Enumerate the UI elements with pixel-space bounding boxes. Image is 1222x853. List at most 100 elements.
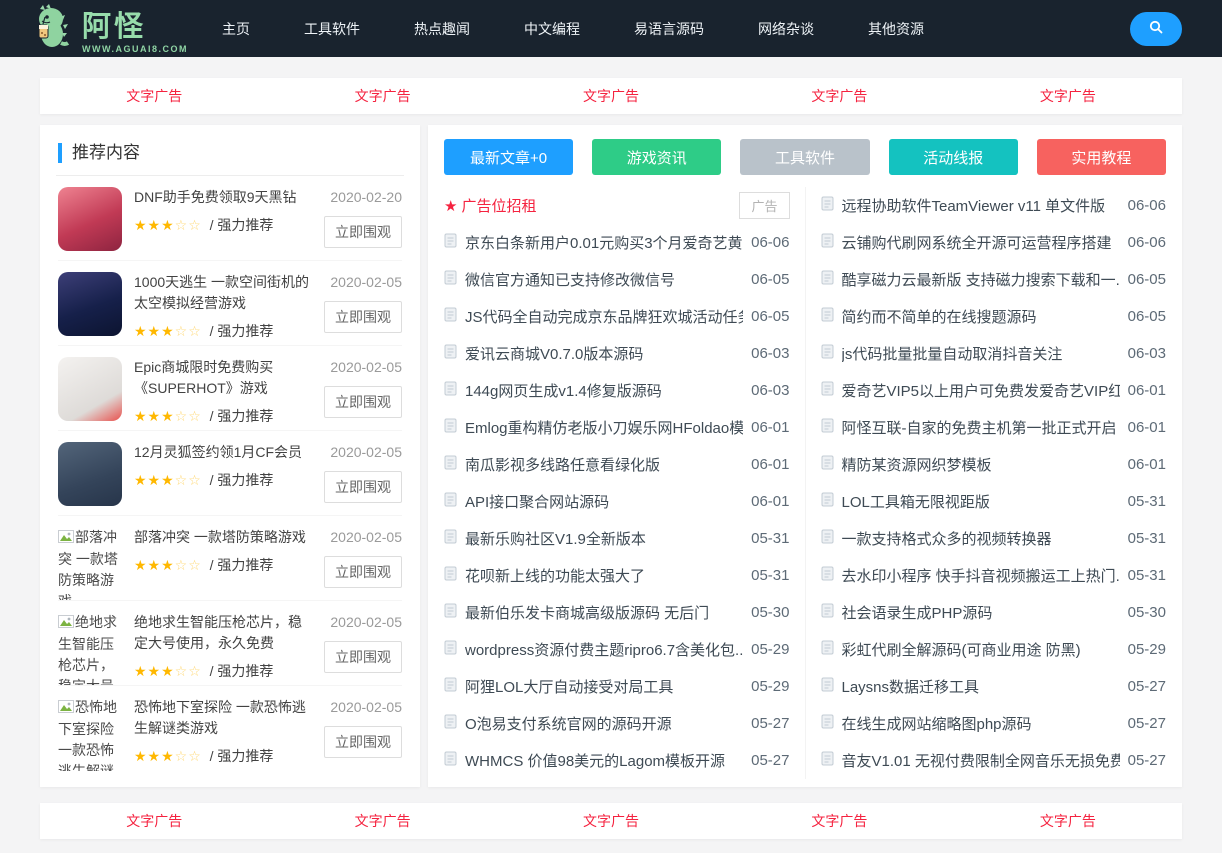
nav-item[interactable]: 中文编程 (524, 19, 580, 39)
category-button[interactable]: 活动线报 (889, 139, 1018, 175)
article-link[interactable]: API接口聚合网站源码 (465, 491, 743, 512)
article-date: 06-01 (751, 419, 789, 436)
article-title-link[interactable]: 部落冲突 一款塔防策略游戏 (134, 527, 314, 548)
article-thumbnail[interactable] (58, 357, 124, 430)
nav-item[interactable]: 易语言源码 (634, 19, 704, 39)
article-link[interactable]: 一款支持格式众多的视频转换器 (842, 528, 1120, 549)
article-date: 05-27 (1128, 715, 1166, 732)
article-meta: 2020-02-05 立即围观 (324, 527, 402, 600)
article-link[interactable]: 社会语录生成PHP源码 (842, 602, 1120, 623)
article-link[interactable]: 精防某资源网织梦模板 (842, 454, 1120, 475)
watch-now-button[interactable]: 立即围观 (324, 726, 402, 758)
recommended-panel: 推荐内容 DNF助手免费领取9天黑钻 ★★★☆☆ / 强力推荐 2020-02-… (40, 125, 420, 787)
article-link[interactable]: Emlog重构精仿老版小刀娱乐网HFoldao模... (465, 417, 743, 438)
article-link[interactable]: 京东白条新用户0.01元购买3个月爱奇艺黄... (465, 232, 743, 253)
article-row: 阿怪互联-自家的免费主机第一批正式开启 06-01 (821, 409, 1167, 446)
article-link[interactable]: 彩虹代刷全解源码(可商业用途 防黑) (842, 639, 1120, 660)
nav-item[interactable]: 热点趣闻 (414, 19, 470, 39)
article-link[interactable]: LOL工具箱无限视距版 (842, 491, 1120, 512)
rating-text: / 强力推荐 (210, 557, 274, 573)
article-link[interactable]: JS代码全自动完成京东品牌狂欢城活动任务 (465, 306, 743, 327)
watch-now-button[interactable]: 立即围观 (324, 471, 402, 503)
recommended-item: 恐怖地下室探险 一款恐怖逃生解谜 恐怖地下室探险 一款恐怖逃生解谜类游戏 ★★★… (58, 686, 402, 771)
article-thumbnail[interactable]: 部落冲突 一款塔防策略游戏 (58, 527, 124, 600)
watch-now-button[interactable]: 立即围观 (324, 301, 402, 333)
document-icon (821, 307, 834, 327)
article-title-link[interactable]: 绝地求生智能压枪芯片，稳定大号使用，永久免费 (134, 612, 314, 654)
article-link[interactable]: 爱奇艺VIP5以上用户可免费发爱奇艺VIP红包 (842, 380, 1120, 401)
article-row: 爱奇艺VIP5以上用户可免费发爱奇艺VIP红包 06-01 (821, 372, 1167, 409)
article-row: 最新伯乐发卡商城高级版源码 无后门 05-30 (444, 594, 790, 631)
category-button[interactable]: 工具软件 (740, 139, 869, 175)
text-ad-link[interactable]: 文字广告 (40, 86, 268, 106)
article-title-link[interactable]: 12月灵狐签约领1月CF会员 (134, 442, 314, 463)
watch-now-button[interactable]: 立即围观 (324, 641, 402, 673)
article-thumbnail[interactable] (58, 187, 124, 260)
watch-now-button[interactable]: 立即围观 (324, 556, 402, 588)
article-info: 1000天逃生 一款空间街机的太空模拟经营游戏 ★★★☆☆ / 强力推荐 (134, 272, 314, 345)
article-link[interactable]: 音友V1.01 无视付费限制全网音乐无损免费... (842, 750, 1120, 771)
document-icon (444, 381, 457, 401)
nav-item[interactable]: 其他资源 (868, 19, 924, 39)
article-thumbnail[interactable] (58, 272, 124, 345)
article-row: 花呗新上线的功能太强大了 05-31 (444, 557, 790, 594)
text-ad-link[interactable]: 文字广告 (954, 86, 1182, 106)
article-date: 06-03 (1128, 345, 1166, 362)
article-title-link[interactable]: 恐怖地下室探险 一款恐怖逃生解谜类游戏 (134, 697, 314, 739)
text-ad-link[interactable]: 文字广告 (954, 811, 1182, 831)
article-meta: 2020-02-05 立即围观 (324, 272, 402, 345)
text-ad-link[interactable]: 文字广告 (725, 811, 953, 831)
watch-now-button[interactable]: 立即围观 (324, 386, 402, 418)
article-link[interactable]: O泡易支付系统官网的源码开源 (465, 713, 743, 734)
site-url: WWW.AGUAI8.COM (82, 45, 188, 54)
broken-image-alt-text: 绝地求生智能压枪芯片，稳定大号使用 (58, 614, 117, 686)
search-button[interactable] (1130, 12, 1182, 46)
text-ad-link[interactable]: 文字广告 (40, 811, 268, 831)
article-row: 音友V1.01 无视付费限制全网音乐无损免费... 05-27 (821, 742, 1167, 779)
article-thumbnail[interactable]: 恐怖地下室探险 一款恐怖逃生解谜 (58, 697, 124, 771)
article-link[interactable]: 酷享磁力云最新版 支持磁力搜索下载和一... (842, 269, 1120, 290)
article-link[interactable]: 阿怪互联-自家的免费主机第一批正式开启 (842, 417, 1120, 438)
article-title-link[interactable]: Epic商城限时免费购买《SUPERHOT》游戏 (134, 357, 314, 399)
article-link[interactable]: 最新伯乐发卡商城高级版源码 无后门 (465, 602, 743, 623)
article-link[interactable]: 微信官方通知已支持修改微信号 (465, 269, 743, 290)
article-title-link[interactable]: DNF助手免费领取9天黑钻 (134, 187, 314, 208)
rating-text: / 强力推荐 (210, 472, 274, 488)
article-link[interactable]: 最新乐购社区V1.9全新版本 (465, 528, 743, 549)
category-button[interactable]: 实用教程 (1037, 139, 1166, 175)
category-button[interactable]: 游戏资讯 (592, 139, 721, 175)
article-link[interactable]: 云铺购代刷网系统全开源可运营程序搭建 (842, 232, 1120, 253)
document-icon (444, 270, 457, 290)
article-link[interactable]: 144g网页生成v1.4修复版源码 (465, 380, 743, 401)
article-thumbnail[interactable] (58, 442, 124, 515)
article-link[interactable]: 阿狸LOL大厅自动接受对局工具 (465, 676, 743, 697)
category-button[interactable]: 最新文章+0 (444, 139, 573, 175)
text-ad-link[interactable]: 文字广告 (268, 811, 496, 831)
watch-now-button[interactable]: 立即围观 (324, 216, 402, 248)
nav-item[interactable]: 主页 (222, 19, 250, 39)
site-logo[interactable]: 阿怪 WWW.AGUAI8.COM (30, 3, 188, 54)
text-ad-link[interactable]: 文字广告 (497, 86, 725, 106)
article-link[interactable]: 爱讯云商城V0.7.0版本源码 (465, 343, 743, 364)
nav-item[interactable]: 工具软件 (304, 19, 360, 39)
text-ad-link[interactable]: 文字广告 (497, 811, 725, 831)
article-link[interactable]: 花呗新上线的功能太强大了 (465, 565, 743, 586)
article-link[interactable]: 南瓜影视多线路任意看绿化版 (465, 454, 743, 475)
rating-row: ★★★☆☆ / 强力推荐 (134, 215, 314, 235)
article-link[interactable]: js代码批量批量自动取消抖音关注 (842, 343, 1120, 364)
nav-item[interactable]: 网络杂谈 (758, 19, 814, 39)
article-link[interactable]: 去水印小程序 快手抖音视频搬运工上热门... (842, 565, 1120, 586)
article-link[interactable]: 简约而不简单的在线搜题源码 (842, 306, 1120, 327)
article-thumbnail[interactable]: 绝地求生智能压枪芯片，稳定大号使用 (58, 612, 124, 685)
article-link[interactable]: Laysns数据迁移工具 (842, 676, 1120, 697)
article-link[interactable]: 在线生成网站缩略图php源码 (842, 713, 1120, 734)
ad-rent-link[interactable]: 广告位招租 (461, 195, 735, 216)
article-link[interactable]: wordpress资源付费主题ripro6.7含美化包... (465, 639, 743, 660)
text-ad-link[interactable]: 文字广告 (725, 86, 953, 106)
article-link[interactable]: 远程协助软件TeamViewer v11 单文件版 (842, 195, 1120, 216)
article-title-link[interactable]: 1000天逃生 一款空间街机的太空模拟经营游戏 (134, 272, 314, 314)
text-ad-link[interactable]: 文字广告 (268, 86, 496, 106)
right-list-rows: 远程协助软件TeamViewer v11 单文件版 06-06 云铺购代刷网系统… (821, 187, 1167, 779)
rating-text: / 强力推荐 (210, 217, 274, 233)
article-link[interactable]: WHMCS 价值98美元的Lagom模板开源 (465, 750, 743, 771)
